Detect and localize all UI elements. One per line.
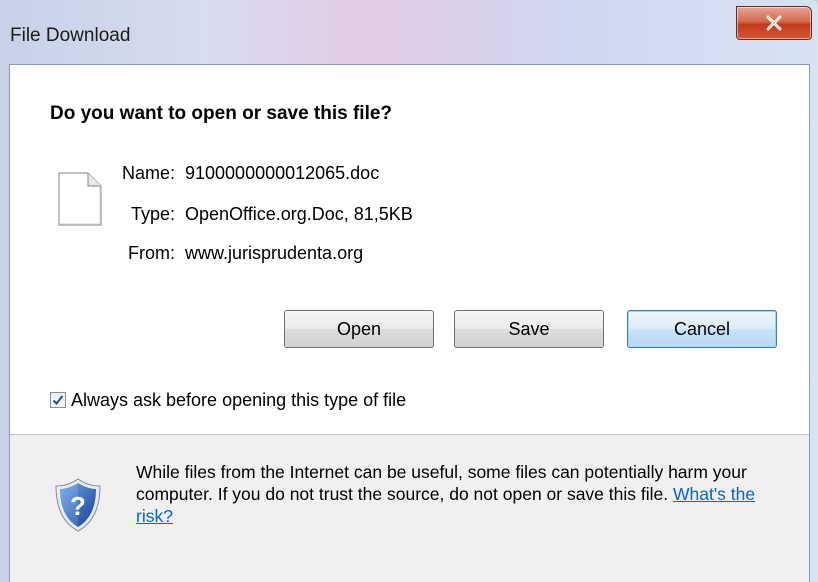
warning-message: While files from the Internet can be use… <box>136 462 747 504</box>
file-name-label: Name: <box>121 163 175 183</box>
file-type-label: Type: <box>130 204 175 224</box>
title-bar[interactable]: File Download <box>0 0 818 64</box>
close-button[interactable] <box>736 6 812 40</box>
always-ask-label: Always ask before opening this type of f… <box>71 389 407 410</box>
file-name-value: 9100000000012065.doc <box>185 163 380 183</box>
security-warning-text: While files from the Internet can be use… <box>136 461 786 527</box>
checkmark-icon <box>52 395 64 405</box>
always-ask-checkbox[interactable] <box>50 392 66 408</box>
window-title: File Download <box>10 25 131 46</box>
file-type-value: OpenOffice.org.Doc, 81,5KB <box>185 204 413 224</box>
save-button[interactable]: Save <box>454 310 604 348</box>
file-from-value: www.jurisprudenta.org <box>185 243 364 263</box>
dialog-question: Do you want to open or save this file? <box>50 103 393 124</box>
svg-text:?: ? <box>70 491 86 521</box>
file-from-label: From: <box>128 243 175 263</box>
always-ask-option[interactable]: Always ask before opening this type of f… <box>50 388 406 412</box>
file-download-window: File Download Do you want to open or sav… <box>0 0 818 582</box>
open-button[interactable]: Open <box>284 310 434 348</box>
close-icon <box>766 15 782 31</box>
shield-question-icon: ? <box>55 478 101 532</box>
dialog-body: Do you want to open or save this file? N… <box>9 64 810 582</box>
cancel-button[interactable]: Cancel <box>627 310 777 348</box>
